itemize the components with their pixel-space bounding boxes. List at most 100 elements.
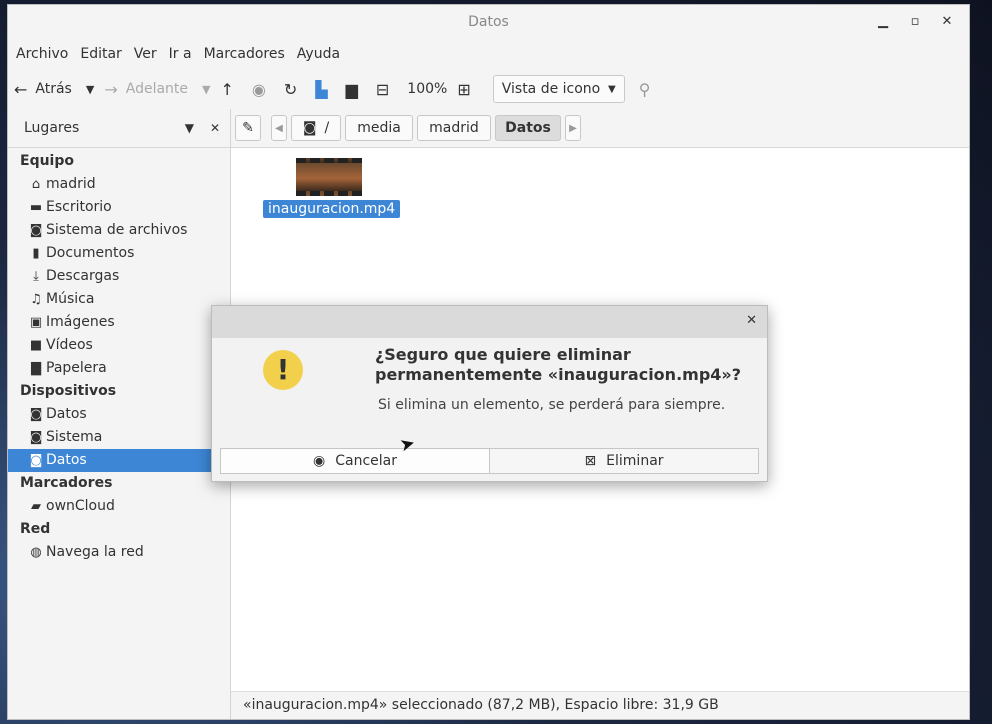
drive-icon: ◙ [302,120,317,136]
zoom-in-button[interactable]: ⊞ [457,80,478,99]
menu-archivo[interactable]: Archivo [10,46,74,62]
places-list: Equipo ⌂ madrid ▬ Escritorio ◙ Sistema de a… [8,148,230,564]
sidebar-item-label: Escritorio [46,199,112,215]
sidebar-close-icon[interactable]: ✕ [210,121,220,135]
search-icon: ⚲ [638,79,651,99]
computer-button[interactable]: ▆ [346,80,366,99]
menu-ayuda[interactable]: Ayuda [291,46,346,62]
sidebar-item-label: Sistema [46,429,103,445]
menu-marcadores[interactable]: Marcadores [198,46,291,62]
sidebar-item-label: Papelera [46,360,107,376]
video-icon: ■ [29,338,43,353]
zoom-out-button[interactable]: ⊟ [376,80,397,99]
sidebar-dropdown-icon[interactable]: ▼ [185,121,194,135]
sidebar-controls: ▼ ✕ [185,121,220,135]
toggle-location-button[interactable]: ✎ [235,115,261,141]
zoom-value: 100% [407,81,448,97]
status-bar: «inauguracion.mp4» seleccionado (87,2 MB… [231,691,969,719]
sidebar-item-label: Documentos [46,245,135,261]
sidebar-item-imagenes[interactable]: ▣ Imágenes [8,311,230,334]
search-button[interactable]: ⚲ [639,80,659,99]
sidebar-item-label: Música [46,291,95,307]
cancel-button[interactable]: ◉ Cancelar [220,448,490,474]
arrow-left-icon: ← [14,79,28,99]
back-button[interactable]: ← Atrás ▼ [14,80,94,99]
arrow-right-icon: → [104,79,118,99]
chevron-left-icon: ◀ [275,122,283,134]
sidebar-item-escritorio[interactable]: ▬ Escritorio [8,196,230,219]
download-icon: ⤓ [33,269,39,284]
back-dropdown-icon[interactable]: ▼ [86,83,94,96]
sidebar-item-documentos[interactable]: ▮ Documentos [8,242,230,265]
drive-icon: ◙ [29,430,43,445]
sidebar-item-label: Vídeos [46,337,93,353]
home-button[interactable]: ▙ [315,80,335,99]
crumb-label: madrid [429,120,479,136]
sidebar-item-label: Descargas [46,268,120,284]
minus-icon: ⊟ [375,79,390,99]
sidebar-item-label: ownCloud [46,498,115,514]
sidebar-header: Lugares ▼ ✕ [8,109,230,148]
video-thumbnail [296,158,362,196]
crumb-label: Datos [505,120,551,136]
trash-icon: ⊠ [584,453,597,469]
chevron-right-icon: ▶ [569,122,577,134]
trash-icon: ▇ [31,361,41,376]
folder-icon: ▰ [31,499,41,514]
sidebar-title: Lugares [24,120,80,136]
path-scroll-left[interactable]: ◀ [271,115,287,141]
sidebar-item-descargas[interactable]: ⤓ Descargas [8,265,230,288]
drive-icon: ◙ [29,223,43,238]
menu-editar[interactable]: Editar [74,46,127,62]
sidebar-item-datos-selected[interactable]: ◙ Datos [8,449,230,472]
dialog-heading: ¿Seguro que quiere eliminar permanenteme… [375,345,745,385]
path-bar: ✎ ◀ ◙ / media madrid Datos ▶ [231,109,969,148]
dialog-buttons: ◉ Cancelar ⊠ Eliminar [220,448,759,474]
view-mode-value: Vista de icono [501,81,601,97]
up-button[interactable]: ↑ [220,80,241,99]
stop-button[interactable]: ◉ [252,80,274,99]
document-icon: ▮ [32,246,40,261]
cancel-label: Cancelar [335,453,397,469]
crumb-label: media [357,120,401,136]
dialog-close-icon[interactable]: ✕ [746,313,757,328]
path-root[interactable]: ◙ / [291,115,341,141]
sidebar-item-videos[interactable]: ■ Vídeos [8,334,230,357]
path-crumb-datos[interactable]: Datos [495,115,561,141]
sidebar-item-datos[interactable]: ◙ Datos [8,403,230,426]
path-scroll-right[interactable]: ▶ [565,115,581,141]
path-crumb-madrid[interactable]: madrid [417,115,491,141]
path-crumb-media[interactable]: media [345,115,413,141]
sidebar-item-owncloud[interactable]: ▰ ownCloud [8,495,230,518]
image-icon: ▣ [29,315,43,330]
delete-button[interactable]: ⊠ Eliminar [490,448,759,474]
window-title: Datos [468,14,509,30]
menu-ver[interactable]: Ver [128,46,163,62]
minimize-icon[interactable]: ▁ [867,5,899,39]
pencil-icon: ✎ [242,120,254,136]
view-mode-select[interactable]: Vista de icono ▼ [492,75,625,103]
forward-button[interactable]: → Adelante ▼ [104,80,210,99]
sidebar-item-papelera[interactable]: ▇ Papelera [8,357,230,380]
zoom-level: 100% [407,81,447,97]
sidebar-item-madrid[interactable]: ⌂ madrid [8,173,230,196]
home-folder-icon: ▙ [315,79,328,99]
close-icon[interactable]: ✕ [931,5,963,39]
sidebar: Lugares ▼ ✕ Equipo ⌂ madrid ▬ Escritorio ◙… [8,109,231,719]
dialog-heading-line2: permanentemente «inauguracion.mp4»? [375,365,742,384]
stop-icon: ◉ [251,79,266,99]
forward-dropdown-icon[interactable]: ▼ [202,83,210,96]
warning-icon: ! [263,350,303,390]
status-text: «inauguracion.mp4» seleccionado (87,2 MB… [243,697,719,713]
sidebar-item-musica[interactable]: ♫ Música [8,288,230,311]
sidebar-item-sistema-de-archivos[interactable]: ◙ Sistema de archivos [8,219,230,242]
reload-button[interactable]: ↻ [284,80,305,99]
home-icon: ⌂ [31,177,41,192]
toolbar: ← Atrás ▼ → Adelante ▼ ↑ ◉ ↻ ▙ ▆ ⊟ 100% … [8,69,969,109]
maximize-icon[interactable]: ▫ [899,5,931,39]
menu-ir-a[interactable]: Ir a [163,46,198,62]
sidebar-item-navega-la-red[interactable]: ◍ Navega la red [8,541,230,564]
file-item[interactable]: inauguracion.mp4 [263,158,401,218]
sidebar-item-sistema[interactable]: ◙ Sistema [8,426,230,449]
file-name: inauguracion.mp4 [263,200,401,218]
